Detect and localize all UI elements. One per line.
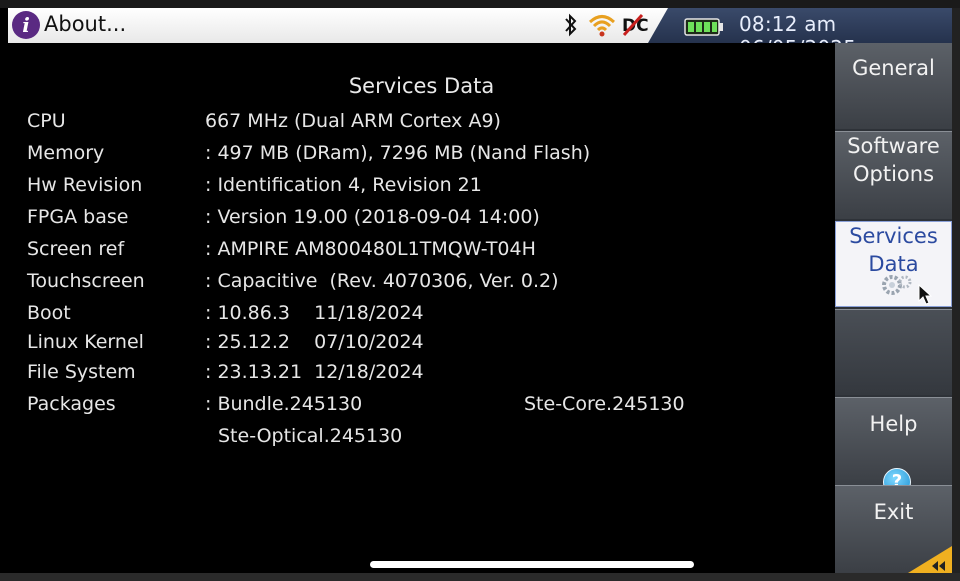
software-options-button[interactable]: Software Options bbox=[835, 131, 952, 219]
package-ste-core: Ste-Core.245130 bbox=[524, 393, 685, 415]
file-system-value: : 23.13.21 12/18/2024 bbox=[205, 361, 424, 383]
services-data-button[interactable]: Services Data bbox=[835, 221, 952, 307]
services-data-panel: Services Data CPU 667 MHz (Dual ARM Cort… bbox=[8, 43, 835, 573]
screen-bezel-bottom bbox=[0, 573, 960, 581]
file-system-label: File System bbox=[27, 361, 136, 383]
gear-icon bbox=[878, 272, 914, 305]
info-icon[interactable]: i bbox=[12, 11, 40, 39]
exit-label: Exit bbox=[873, 500, 914, 524]
side-menu: General Software Options Services Data H… bbox=[835, 43, 952, 573]
services-label: Services bbox=[849, 224, 938, 248]
cpu-label: CPU bbox=[27, 110, 66, 132]
home-indicator[interactable] bbox=[370, 561, 694, 568]
screen-ref-label: Screen ref bbox=[27, 238, 125, 260]
screen-ref-value: : AMPIRE AM800480L1TMQW-T04H bbox=[205, 238, 536, 260]
options-label: Options bbox=[852, 162, 935, 186]
wifi-icon bbox=[588, 11, 616, 43]
fpga-base-label: FPGA base bbox=[27, 206, 129, 228]
boot-label: Boot bbox=[27, 302, 71, 324]
touchscreen-label: Touchscreen bbox=[27, 270, 145, 292]
dc-power-icon: DC bbox=[620, 11, 650, 43]
empty-menu-slot bbox=[835, 309, 952, 395]
title-bar: i About... DC 08:12 am 06/05/2025 bbox=[8, 8, 952, 60]
window-title: About... bbox=[44, 12, 127, 36]
packages-label: Packages bbox=[27, 393, 116, 415]
page-title: Services Data bbox=[348, 74, 495, 98]
bluetooth-icon bbox=[564, 13, 578, 42]
hw-revision-value: : Identification 4, Revision 21 bbox=[205, 174, 482, 196]
memory-value: : 497 MB (DRam), 7296 MB (Nand Flash) bbox=[205, 142, 591, 164]
general-label: General bbox=[852, 56, 935, 80]
cpu-value: 667 MHz (Dual ARM Cortex A9) bbox=[205, 110, 501, 132]
help-button[interactable]: Help ? bbox=[835, 397, 952, 496]
battery-icon bbox=[684, 18, 724, 40]
touchscreen-value: : Capacitive (Rev. 4070306, Ver. 0.2) bbox=[205, 270, 559, 292]
hw-revision-label: Hw Revision bbox=[27, 174, 143, 196]
help-label: Help bbox=[869, 412, 918, 436]
package-ste-optical: Ste-Optical.245130 bbox=[218, 425, 403, 447]
packages-value: : Bundle.245130 bbox=[205, 393, 363, 415]
boot-value: : 10.86.3 11/18/2024 bbox=[205, 302, 424, 324]
fpga-base-value: : Version 19.00 (2018-09-04 14:00) bbox=[205, 206, 540, 228]
software-label: Software bbox=[847, 134, 940, 158]
linux-kernel-value: : 25.12.2 07/10/2024 bbox=[205, 331, 424, 353]
memory-label: Memory bbox=[27, 142, 105, 164]
general-button[interactable]: General bbox=[835, 43, 952, 129]
linux-kernel-label: Linux Kernel bbox=[27, 331, 144, 353]
screen-bezel-right bbox=[952, 8, 960, 573]
screen-bezel-top bbox=[0, 0, 960, 8]
